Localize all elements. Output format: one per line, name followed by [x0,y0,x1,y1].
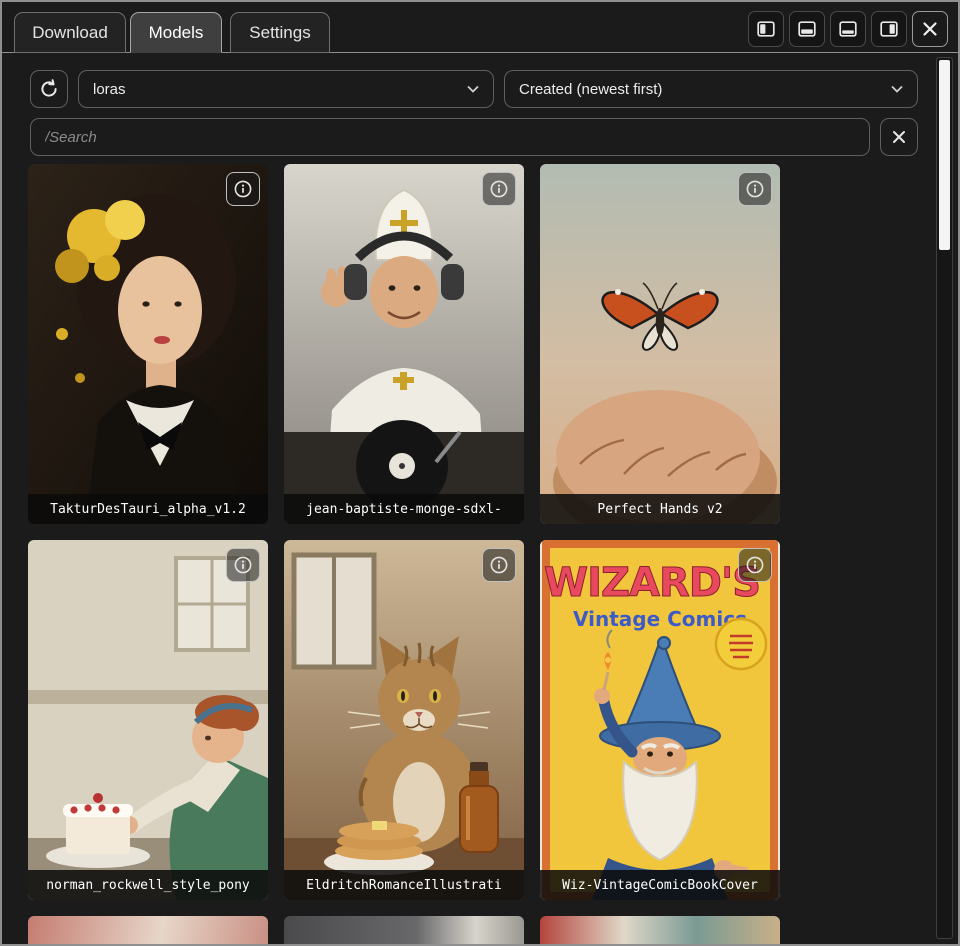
model-card[interactable]: WIZARD'S Vintage Comics [540,540,780,900]
info-icon [489,179,509,199]
model-name: Wiz-VintageComicBookCover [540,870,780,900]
window-controls [748,11,948,47]
model-info-button[interactable] [738,172,772,206]
model-card[interactable]: jean-baptiste-monge-sdxl- [284,164,524,524]
model-card[interactable]: norman_rockwell_style_pony [28,540,268,900]
dock-bottom-icon [838,19,858,39]
model-info-button[interactable] [482,548,516,582]
model-name: TakturDesTauri_alpha_v1.2 [28,494,268,524]
model-card[interactable]: EldritchRomanceIllustrati [284,540,524,900]
model-thumbnail [28,164,268,524]
model-name: Perfect Hands v2 [540,494,780,524]
sort-value: Created (newest first) [519,81,662,98]
tab-models[interactable]: Models [130,12,222,53]
model-card[interactable] [28,916,268,946]
chevron-down-icon [467,85,479,93]
model-info-button[interactable] [226,548,260,582]
model-card[interactable] [540,916,780,946]
info-icon [233,555,253,575]
tab-download[interactable]: Download [14,12,126,53]
dock-left-icon [756,19,776,39]
model-info-button[interactable] [738,548,772,582]
model-type-select[interactable]: loras [78,70,494,108]
model-card-grid: TakturDesTauri_alpha_v1.2 [28,164,780,946]
close-icon [921,20,939,38]
info-icon [745,179,765,199]
model-thumbnail: WIZARD'S Vintage Comics [540,540,780,900]
model-card[interactable] [284,916,524,946]
sort-select[interactable]: Created (newest first) [504,70,918,108]
model-thumbnail [284,540,524,900]
model-thumbnail [540,164,780,524]
search-input[interactable] [30,118,870,156]
dock-right-icon [879,19,899,39]
model-thumbnail [284,164,524,524]
model-type-value: loras [93,81,126,98]
tab-download-label: Download [32,23,108,43]
info-icon [489,555,509,575]
split-bottom-icon [797,19,817,39]
tab-settings[interactable]: Settings [230,12,330,53]
clear-icon [890,128,908,146]
model-info-button[interactable] [226,172,260,206]
tab-settings-label: Settings [249,23,310,43]
layout-dock-right-button[interactable] [871,11,907,47]
layout-dock-bottom-button[interactable] [830,11,866,47]
model-card[interactable]: Perfect Hands v2 [540,164,780,524]
clear-search-button[interactable] [880,118,918,156]
cover-title: WIZARD'S [544,560,760,606]
model-name: jean-baptiste-monge-sdxl- [284,494,524,524]
model-name: EldritchRomanceIllustrati [284,870,524,900]
refresh-button[interactable] [30,70,68,108]
info-icon [745,555,765,575]
vertical-scrollbar[interactable] [936,57,953,939]
chevron-down-icon [891,85,903,93]
scrollbar-thumb[interactable] [939,60,950,250]
refresh-icon [38,78,60,100]
model-browser-window: Download Models Settings [0,0,960,946]
layout-dock-left-button[interactable] [748,11,784,47]
tab-models-label: Models [149,23,204,43]
layout-split-bottom-button[interactable] [789,11,825,47]
tab-bar: Download Models Settings [2,2,958,53]
model-thumbnail [28,540,268,900]
model-info-button[interactable] [482,172,516,206]
close-panel-button[interactable] [912,11,948,47]
info-icon [233,179,253,199]
model-card[interactable]: TakturDesTauri_alpha_v1.2 [28,164,268,524]
model-name: norman_rockwell_style_pony [28,870,268,900]
